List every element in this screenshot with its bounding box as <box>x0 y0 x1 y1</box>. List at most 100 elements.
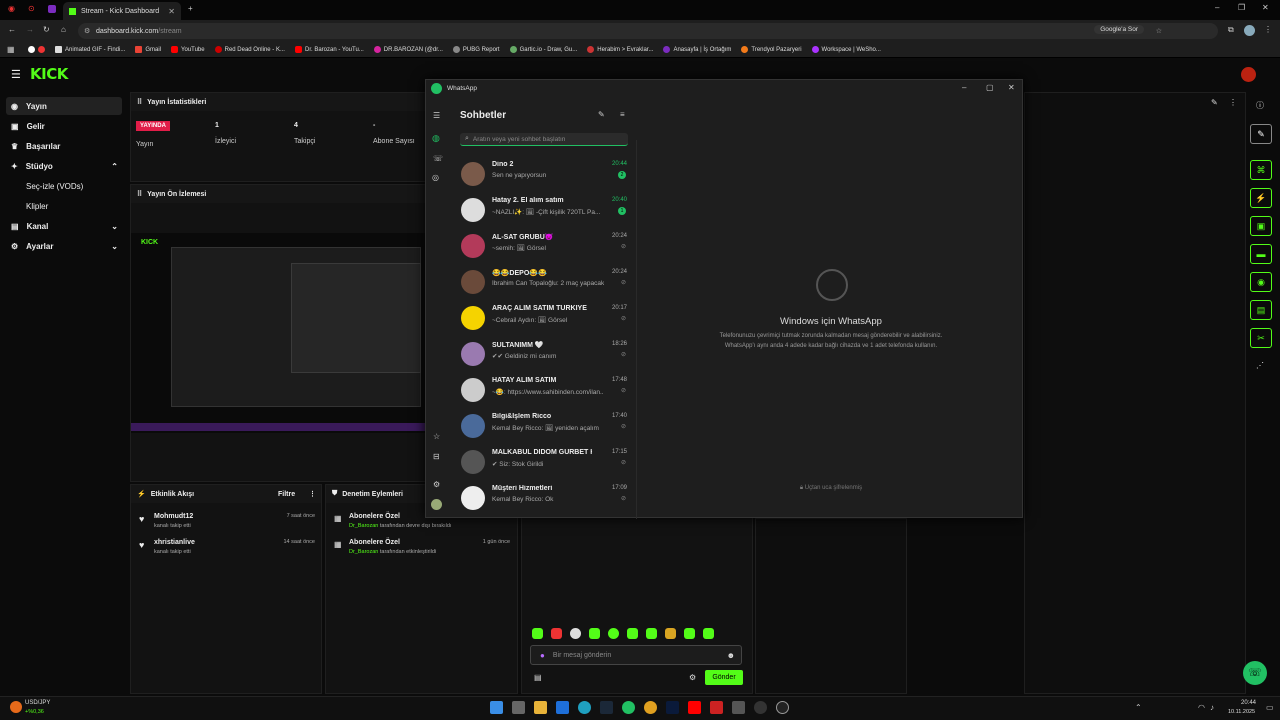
emote-icon[interactable] <box>551 628 562 639</box>
new-tab-button[interactable]: + <box>188 4 193 13</box>
settings-icon[interactable]: ⚙ <box>433 480 440 489</box>
profile-avatar[interactable] <box>1244 25 1255 36</box>
list-item[interactable]: SULTANIMM 🤍 ✔✔ Geldiniz mi canım 18:26 ⊘ <box>459 336 631 372</box>
list-item[interactable]: HATAY ALIM SATIM ~😂: https://www.sahibind… <box>459 372 631 408</box>
emoji-icon[interactable]: ☻ <box>727 651 735 660</box>
bookmark-item[interactable]: YouTube <box>171 46 205 53</box>
chat-settings-icon[interactable]: ⚙ <box>689 673 696 682</box>
site-info-icon[interactable]: ⚙ <box>84 27 90 35</box>
sidebar-item-studyo[interactable]: ✦ Stüdyo ⌃ <box>6 157 122 175</box>
app-gray-icon[interactable] <box>732 701 745 714</box>
list-item[interactable]: Müşteri Hizmetleri Kemal Bey Ricco: Ok 17:… <box>459 480 631 516</box>
store-icon[interactable]: ▤ <box>534 673 542 682</box>
bookmark-item[interactable]: Dr. Barozan - YouTu... <box>294 46 364 53</box>
emote-icon[interactable] <box>703 628 714 639</box>
bookmark-item[interactable]: DR.BAROZAN (@dr... <box>373 46 443 53</box>
bookmark-item[interactable]: Gartic.io - Draw, Gu... <box>509 46 577 53</box>
menu-icon[interactable]: ☰ <box>433 111 440 120</box>
chat-tool-button[interactable]: ▬ <box>1250 244 1272 264</box>
kick-logo[interactable]: KICK <box>30 65 68 83</box>
browser-profile-icon[interactable]: ◉ <box>8 4 15 13</box>
steam-icon[interactable] <box>600 701 613 714</box>
extensions-icon[interactable]: ⧉ <box>1228 25 1234 35</box>
emote-icon[interactable] <box>570 628 581 639</box>
tool-button-7[interactable]: ✂ <box>1250 328 1272 348</box>
restore-window-icon[interactable]: ❐ <box>1238 3 1245 12</box>
mail-icon[interactable] <box>556 701 569 714</box>
emote-icon[interactable] <box>608 628 619 639</box>
edge-icon[interactable] <box>578 701 591 714</box>
sidebar-item-basarilar[interactable]: ♛ Başarılar <box>6 137 122 155</box>
tab-favicon-other[interactable] <box>48 5 56 13</box>
bookmark-item[interactable]: Animated GIF - Findi... <box>55 46 125 53</box>
filter-button[interactable]: Filtre <box>278 491 295 498</box>
tool-button-5[interactable]: ◉ <box>1250 272 1272 292</box>
tray-time[interactable]: 20:44 <box>1241 700 1256 706</box>
home-icon[interactable]: ⌂ <box>61 25 66 34</box>
notification-icon[interactable]: ▭ <box>1266 703 1274 712</box>
list-item[interactable]: Hatay 2. El alım satım ~NAZLI✨: 🖼 -Çift k… <box>459 192 631 228</box>
sidebar-item-yayin[interactable]: ◉ Yayın <box>6 97 122 115</box>
preview-video[interactable]: KICK <box>131 233 425 433</box>
archive-icon[interactable]: ⊟ <box>433 452 440 461</box>
tab-close-icon[interactable]: ✕ <box>168 7 175 16</box>
search-input[interactable]: ⌕ Aratın veya yeni sohbet başlatın <box>460 133 628 146</box>
close-icon[interactable]: ✕ <box>1008 83 1015 92</box>
new-chat-icon[interactable]: ✎ <box>598 110 605 119</box>
filter-icon[interactable]: ≡ <box>620 110 625 119</box>
minimize-window-icon[interactable]: – <box>1215 3 1219 12</box>
apps-grid-icon[interactable]: ▦ <box>7 45 15 54</box>
emote-icon[interactable] <box>627 628 638 639</box>
bookmark-item[interactable]: Trendyol Pazaryeri <box>741 46 802 53</box>
mod-user-link[interactable]: Dr_Barozan <box>349 549 378 555</box>
browser-menu-icon[interactable]: ⋮ <box>1264 25 1272 34</box>
support-chat-button[interactable]: ☏ <box>1243 661 1267 685</box>
reload-icon[interactable]: ↻ <box>43 25 50 34</box>
list-item[interactable]: MALKABUL DİDOM GURBET HNM ✔ Siz: Stok Gir… <box>459 444 631 480</box>
edit-icon[interactable]: ✎ <box>1211 98 1218 107</box>
mod-user-link[interactable]: Dr_Barozan <box>349 523 378 529</box>
list-item[interactable]: Dino 2 Sen ne yapıyorsun 20:44 2 <box>459 156 631 192</box>
app-red-icon[interactable] <box>710 701 723 714</box>
list-item[interactable]: ARAÇ ALIM SATIM TÜRKİYE ~Cebrail Aydın: 🖼… <box>459 300 631 336</box>
sidebar-item-kanal[interactable]: ▤ Kanal ⌄ <box>6 217 122 235</box>
sidebar-item-klipler[interactable]: Klipler <box>6 197 122 215</box>
sidebar-item-vods[interactable]: Seç-izle (VODs) <box>6 177 122 195</box>
bookmark-star-icon[interactable]: ☆ <box>1156 27 1162 35</box>
browser-tab-active[interactable]: Stream - Kick Dashboard ✕ <box>63 2 181 20</box>
bookmark-item[interactable]: Herabim > Evraklar... <box>587 46 653 53</box>
explorer-icon[interactable] <box>534 701 547 714</box>
more-icon[interactable]: ⋮ <box>1229 98 1237 107</box>
maximize-icon[interactable]: ▢ <box>986 83 994 92</box>
tray-chevron-icon[interactable]: ⌃ <box>1135 703 1142 712</box>
tool-button-3[interactable]: ▣ <box>1250 216 1272 236</box>
edit-layout-button[interactable]: ✎ <box>1250 124 1272 144</box>
bookmark-item[interactable]: Workspace | WeSho... <box>811 46 881 53</box>
list-item[interactable]: Bilgi&İşlem Ricco Kemal Bey Ricco: 🖼 yeni… <box>459 408 631 444</box>
minimize-icon[interactable]: – <box>962 83 966 92</box>
bookmark-item[interactable]: Red Dead Online - K... <box>214 46 285 53</box>
tool-button-6[interactable]: ▤ <box>1250 300 1272 320</box>
back-icon[interactable]: ← <box>8 25 16 34</box>
follower-name[interactable]: Mohmudt12 <box>154 513 193 520</box>
close-window-icon[interactable]: ✕ <box>1262 3 1269 12</box>
chats-icon[interactable]: ◍ <box>432 133 440 144</box>
url-field[interactable]: ⚙ dashboard.kick.com/stream Google'a Sor… <box>78 23 1218 39</box>
share-icon[interactable]: ⋰ <box>1256 361 1264 370</box>
start-icon[interactable] <box>490 701 503 714</box>
tool-button-2[interactable]: ⚡ <box>1250 188 1272 208</box>
hamburger-menu-icon[interactable]: ☰ <box>11 68 21 81</box>
starred-icon[interactable]: ☆ <box>433 432 440 441</box>
bookmark-item[interactable]: Anasayfa | İş Ortağım <box>663 46 731 53</box>
whatsapp-taskbar-icon[interactable] <box>622 701 635 714</box>
info-icon[interactable]: ⓘ <box>1256 100 1264 111</box>
list-item[interactable]: 😂😂DEPO😂😂 İbrahim Can Topaloğlu: 2 maç yap… <box>459 264 631 300</box>
google-ask-chip[interactable]: Google'a Sor <box>1094 25 1144 34</box>
profile-avatar[interactable] <box>431 499 442 510</box>
emote-icon[interactable] <box>684 628 695 639</box>
more-icon[interactable]: ⋮ <box>309 490 316 498</box>
emote-icon[interactable] <box>665 628 676 639</box>
mic-icon[interactable]: ● <box>540 651 545 660</box>
wifi-icon[interactable]: ◠ <box>1198 703 1205 712</box>
volume-icon[interactable]: ♪ <box>1210 703 1214 712</box>
